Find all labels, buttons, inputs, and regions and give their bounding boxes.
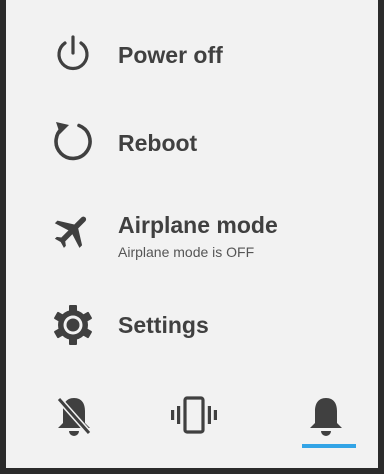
reboot-item[interactable]: Reboot [6,102,378,182]
power-menu-dialog: Power off Reboot Airplane mode Airplane … [6,0,378,468]
gear-icon [50,302,96,348]
reboot-label: Reboot [118,130,198,156]
reboot-icon [50,119,96,165]
airplane-mode-status: Airplane mode is OFF [118,244,255,260]
bell-off-icon [54,394,94,438]
vibrate-icon [170,394,218,438]
airplane-mode-label: Airplane mode [118,212,278,238]
sound-mute-button[interactable] [44,394,104,450]
power-off-item[interactable]: Power off [6,14,378,94]
airplane-mode-item[interactable]: Airplane mode Airplane mode is OFF [6,188,378,268]
settings-label: Settings [118,312,209,338]
power-off-label: Power off [118,42,223,68]
selected-indicator [302,444,356,448]
power-icon [50,31,96,77]
airplane-icon [50,208,96,254]
sound-vibrate-button[interactable] [164,394,224,450]
sound-mode-selector [6,386,378,456]
settings-item[interactable]: Settings [6,284,378,364]
sound-ring-button[interactable] [296,394,356,450]
bell-icon [306,394,346,438]
